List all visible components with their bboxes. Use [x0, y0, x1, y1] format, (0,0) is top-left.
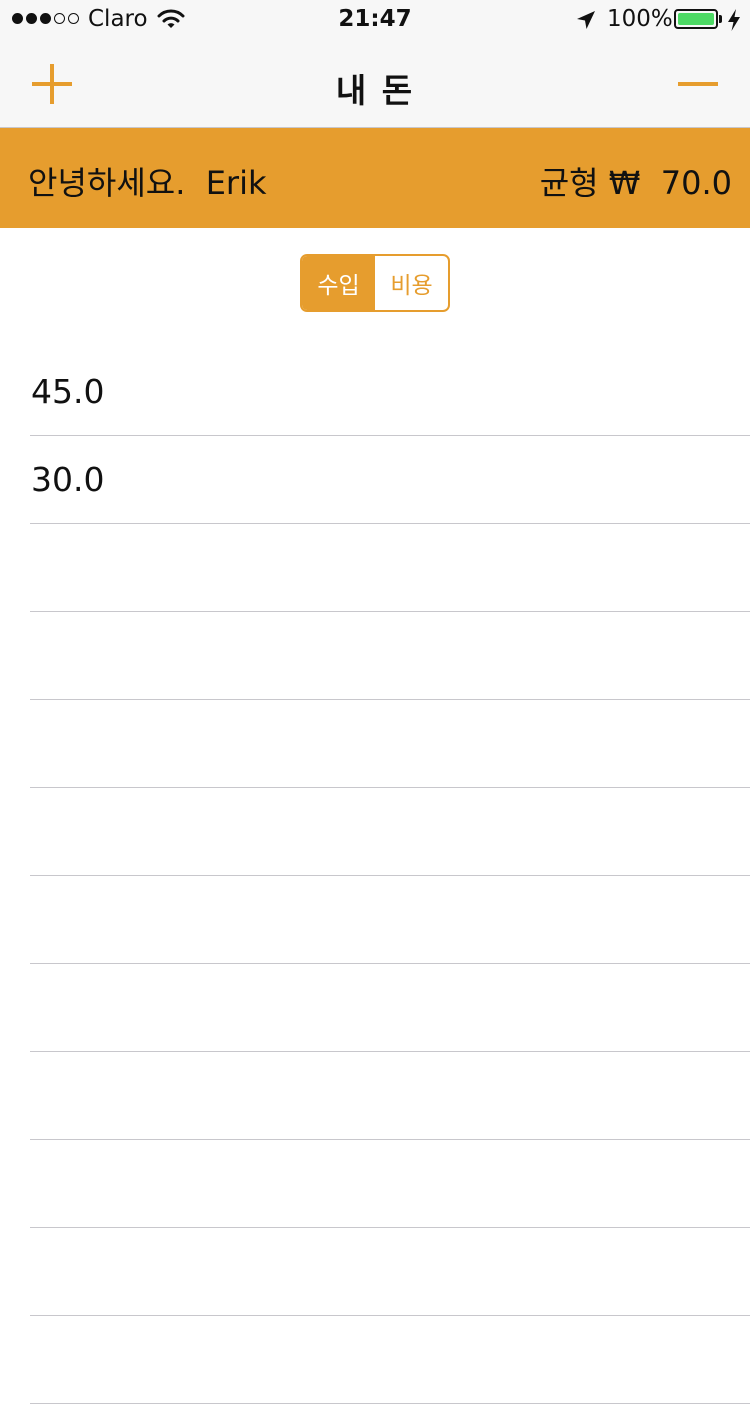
- income-expense-segmented-control: 수입 비용: [300, 254, 450, 312]
- battery-percent: 100%: [607, 6, 673, 32]
- battery-icon: [674, 9, 718, 29]
- status-bar: Claro 21:47 100%: [0, 0, 750, 40]
- list-item[interactable]: [0, 876, 750, 964]
- list-item[interactable]: [0, 612, 750, 700]
- segment-expense[interactable]: 비용: [375, 256, 448, 310]
- battery-tip: [719, 15, 722, 23]
- list-item[interactable]: [0, 964, 750, 1052]
- list-item[interactable]: 45.0: [0, 348, 750, 436]
- balance-text: 균형 ₩ 70.0: [539, 164, 732, 202]
- battery-level-fill: [678, 13, 714, 25]
- location-arrow-icon: [577, 11, 595, 29]
- list-item[interactable]: [0, 1052, 750, 1140]
- navigation-bar: 내 돈: [0, 40, 750, 128]
- balance-banner: 안녕하세요. Erik 균형 ₩ 70.0: [0, 128, 750, 228]
- list-item[interactable]: [0, 1316, 750, 1404]
- list-item[interactable]: [0, 788, 750, 876]
- list-item[interactable]: [0, 524, 750, 612]
- segment-income[interactable]: 수입: [302, 256, 375, 310]
- entry-amount: 45.0: [31, 372, 105, 411]
- minus-icon[interactable]: [676, 62, 720, 106]
- charging-bolt-icon: [728, 9, 740, 31]
- list-item[interactable]: [0, 1140, 750, 1228]
- entry-amount: 30.0: [31, 460, 105, 499]
- list-item[interactable]: [0, 1228, 750, 1316]
- entries-list: 45.0 30.0: [0, 348, 750, 1404]
- page-title: 내 돈: [335, 71, 415, 110]
- list-item[interactable]: 30.0: [0, 436, 750, 524]
- greeting-text: 안녕하세요. Erik: [28, 164, 267, 202]
- list-item[interactable]: [0, 700, 750, 788]
